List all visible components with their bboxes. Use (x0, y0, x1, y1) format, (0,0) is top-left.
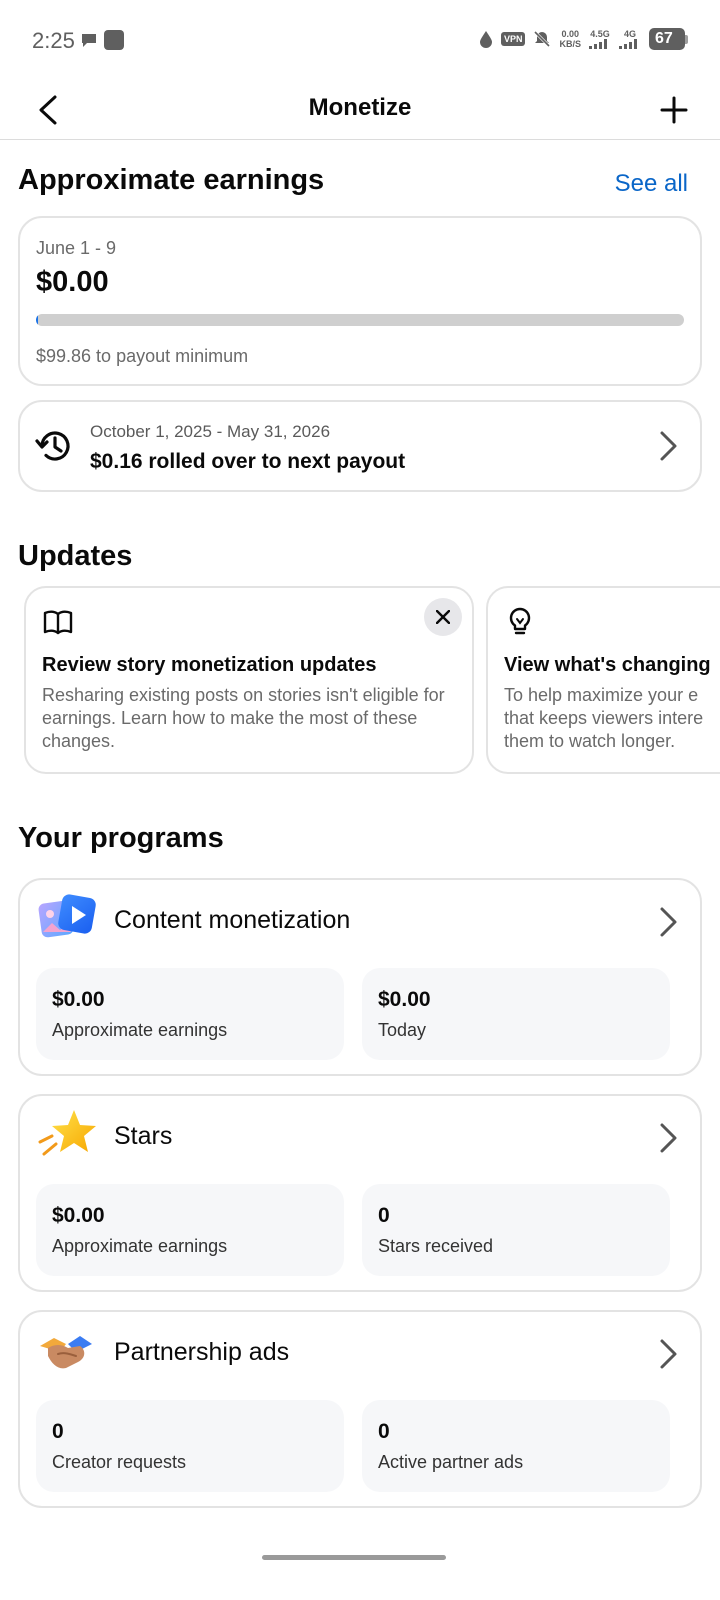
history-icon (35, 431, 70, 461)
app-square-icon (104, 30, 124, 50)
star-icon (38, 1110, 96, 1156)
update-card[interactable]: Review story monetization updates Reshar… (24, 586, 474, 774)
programs-heading: Your programs (18, 822, 224, 854)
chevron-right-icon (660, 431, 677, 461)
chevron-right-icon (660, 1339, 677, 1369)
signal-4g: 4G (619, 29, 641, 49)
rollover-amount-text: $0.16 rolled over to next payout (90, 450, 406, 473)
update-title: Review story monetization updates (42, 654, 377, 676)
stat-label: Creator requests (52, 1452, 187, 1472)
payout-progress-bar (36, 314, 684, 326)
battery-indicator: 67 (649, 28, 688, 50)
book-icon (43, 610, 73, 635)
updates-carousel[interactable]: Review story monetization updates Reshar… (24, 586, 720, 776)
stat-value: 0 (378, 1204, 390, 1227)
stat-label: Stars received (378, 1236, 494, 1256)
stat-label: Approximate earnings (52, 1020, 228, 1040)
updates-heading: Updates (18, 540, 133, 572)
update-title: View what's changing (504, 654, 711, 676)
chevron-right-icon (660, 907, 677, 937)
signal-bars-icon (619, 39, 637, 49)
program-card-content-monetization[interactable]: Content monetization $0.00 Approximate e… (18, 878, 702, 1076)
rollover-card[interactable]: October 1, 2025 - May 31, 2026 $0.16 rol… (18, 400, 702, 492)
close-icon (436, 610, 450, 624)
home-indicator[interactable] (262, 1555, 446, 1560)
data-saver-icon (479, 31, 492, 48)
earnings-card[interactable]: June 1 - 9 $0.00 $99.86 to payout minimu… (18, 216, 702, 386)
stat-tile: $0.00 Today (362, 968, 670, 1060)
bell-muted-icon (534, 30, 551, 48)
payout-minimum-text: $99.86 to payout minimum (36, 346, 249, 366)
lightbulb-icon (509, 607, 531, 635)
stat-value: $0.00 (52, 1204, 105, 1227)
stat-value: $0.00 (378, 988, 431, 1011)
dismiss-update-button[interactable] (424, 598, 462, 636)
stat-value: 0 (378, 1420, 390, 1443)
update-body: Resharing existing posts on stories isn'… (42, 685, 445, 751)
program-title: Stars (114, 1122, 173, 1150)
payout-progress-fill (36, 314, 38, 326)
content-monetization-icon (38, 894, 96, 938)
stat-tile: 0 Creator requests (36, 1400, 344, 1492)
rollover-date-range: October 1, 2025 - May 31, 2026 (90, 422, 331, 441)
stat-tile: $0.00 Approximate earnings (36, 1184, 344, 1276)
vpn-badge: VPN (500, 32, 526, 46)
see-all-link[interactable]: See all (615, 170, 688, 198)
stat-label: Active partner ads (378, 1452, 524, 1472)
program-card-partnership-ads[interactable]: Partnership ads 0 Creator requests 0 Act… (18, 1310, 702, 1508)
earnings-heading: Approximate earnings (18, 164, 325, 196)
network-speed: 0.00 KB/S (559, 29, 581, 49)
program-card-stars[interactable]: Stars $0.00 Approximate earnings 0 Stars… (18, 1094, 702, 1292)
stat-tile: 0 Active partner ads (362, 1400, 670, 1492)
stat-value: $0.00 (52, 988, 105, 1011)
stat-label: Approximate earnings (52, 1236, 228, 1256)
signal-bars-icon (589, 39, 607, 49)
status-bar: 2:25 VPN 0.00 KB/S 4.5G 4G 67 (0, 0, 720, 80)
stat-value: 0 (52, 1420, 64, 1443)
update-card[interactable]: View what's changing To help maximize yo… (486, 586, 720, 774)
signal-4-5g: 4.5G (589, 29, 611, 49)
earnings-amount: $0.00 (36, 266, 109, 298)
handshake-icon (40, 1336, 92, 1369)
stat-tile: 0 Stars received (362, 1184, 670, 1276)
chevron-right-icon (660, 1123, 677, 1153)
page-title: Monetize (308, 94, 412, 121)
earnings-date-range: June 1 - 9 (36, 238, 117, 258)
battery-level: 67 (649, 28, 685, 50)
chat-bubble-icon (82, 34, 96, 47)
stat-label: Today (378, 1020, 427, 1040)
program-title: Content monetization (114, 906, 351, 934)
update-body: To help maximize your e that keeps viewe… (504, 685, 704, 751)
top-app-bar: Monetize (0, 80, 720, 140)
stat-tile: $0.00 Approximate earnings (36, 968, 344, 1060)
status-time: 2:25 (32, 28, 75, 53)
plus-icon (660, 96, 688, 124)
program-title: Partnership ads (114, 1338, 290, 1366)
add-button[interactable] (654, 90, 694, 130)
